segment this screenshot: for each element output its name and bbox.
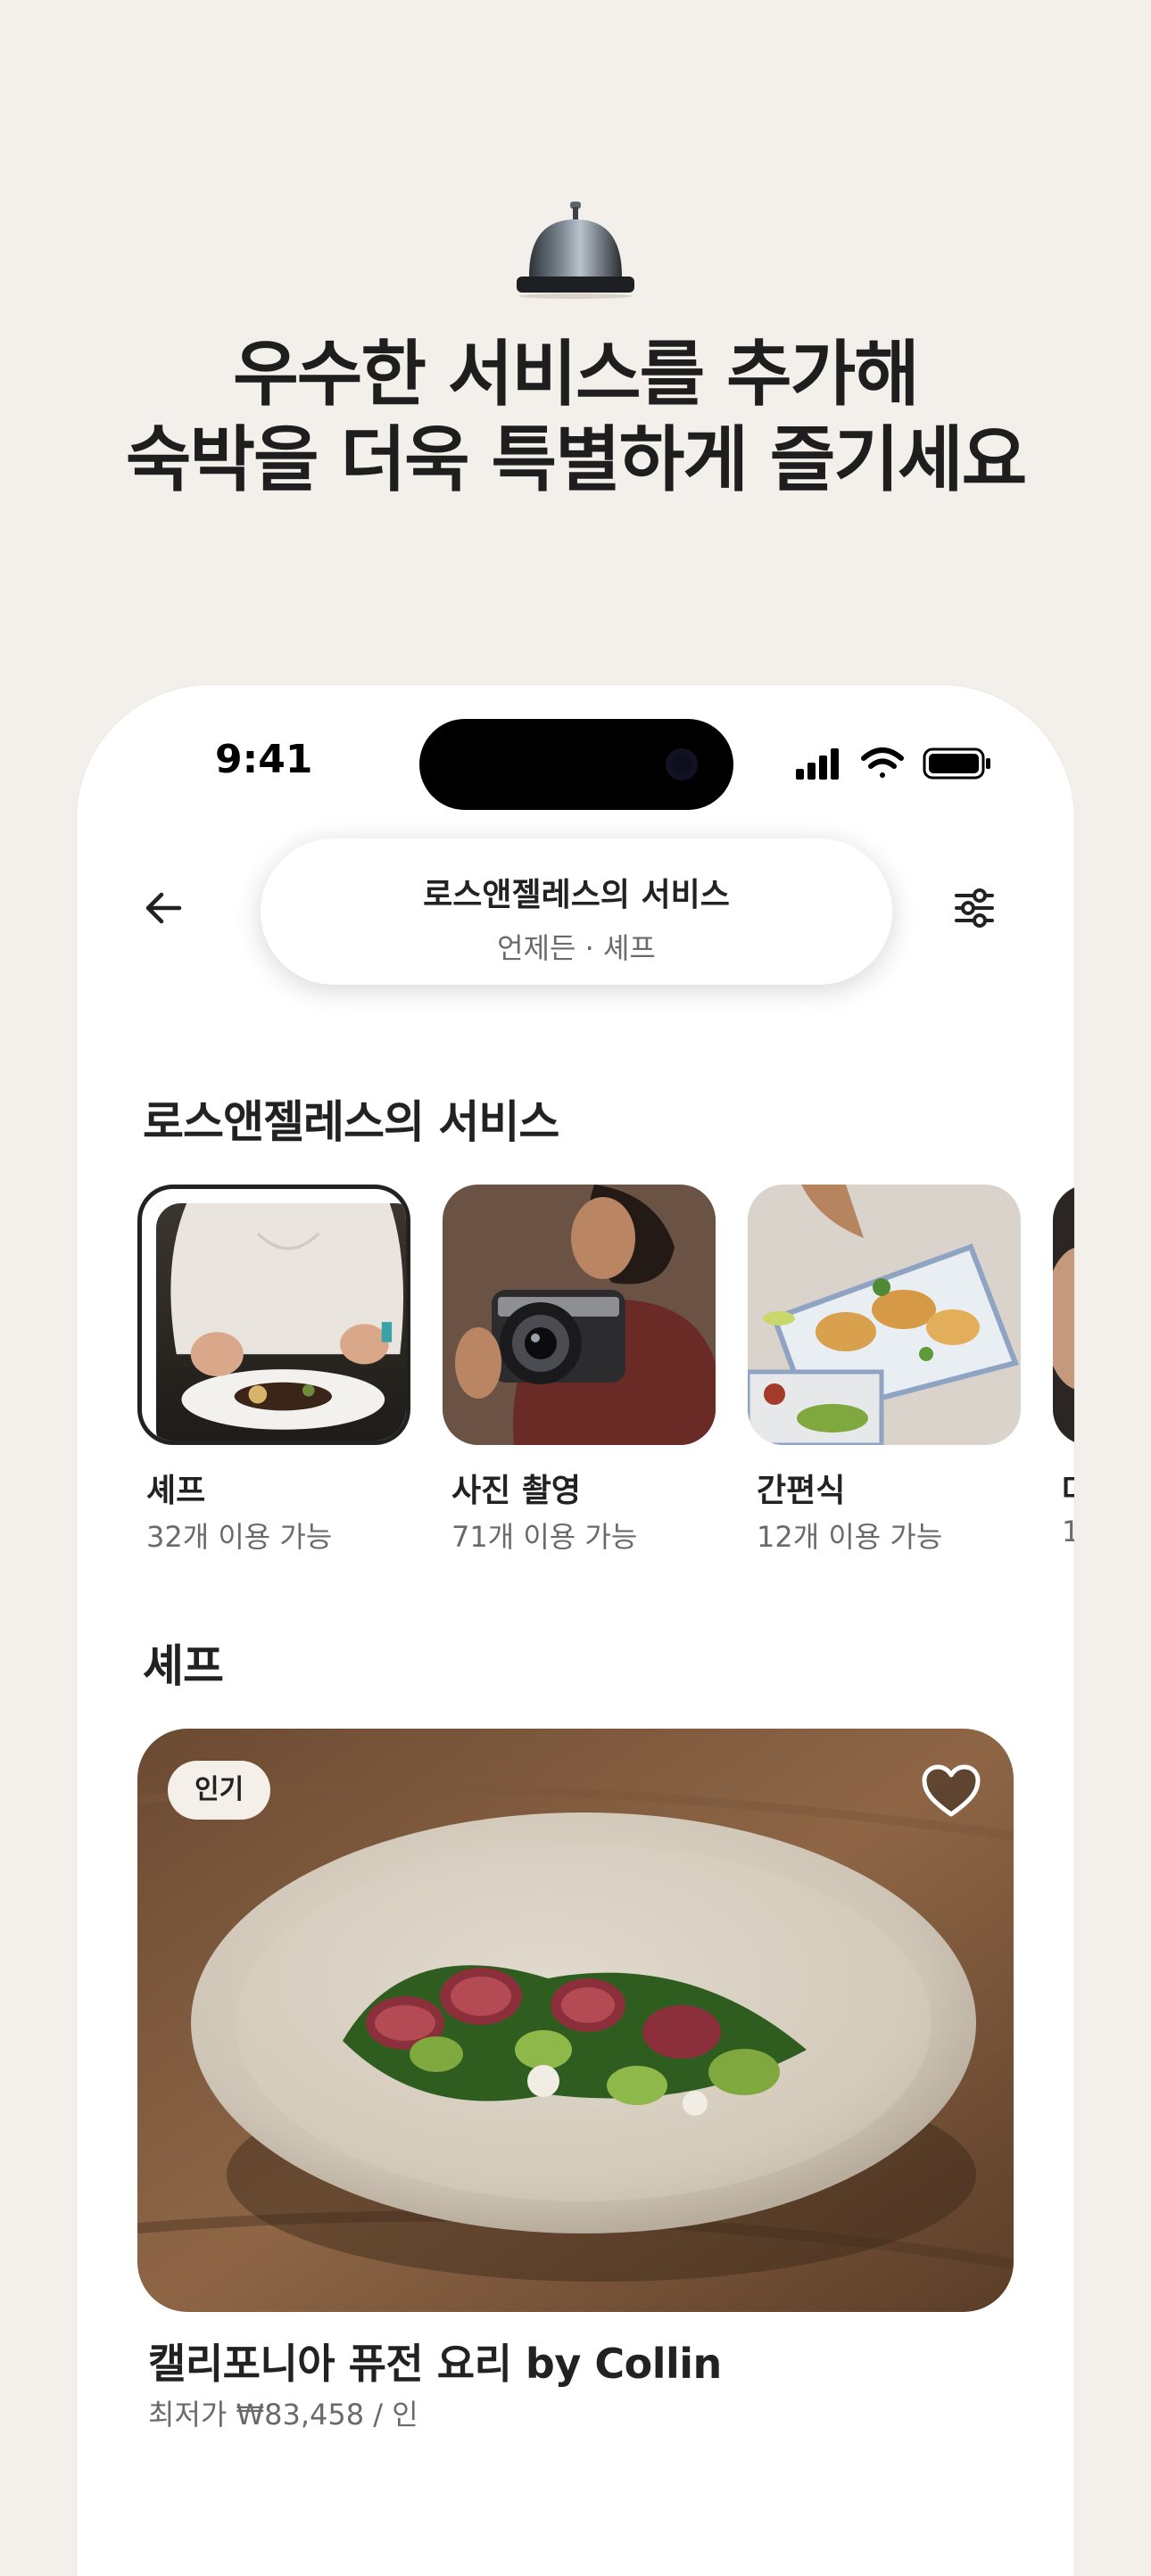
category-thumbnail: [748, 1185, 1021, 1445]
status-icons: [796, 747, 990, 780]
chef-image: [156, 1203, 406, 1441]
arrow-left-icon: [145, 892, 182, 924]
wifi-icon: [861, 747, 904, 778]
status-time: 9:41: [215, 737, 313, 782]
category-carousel: 셰프 32개 이용 가능 사진 촬영 71개 이용 가능 간편식 12개 이용 …: [137, 1185, 1074, 1559]
category-thumbnail: [1053, 1185, 1074, 1445]
cellular-signal-icon: [796, 748, 839, 780]
partial-category-image: [1053, 1185, 1074, 1445]
service-bell-icon: [517, 202, 634, 299]
services-section-title: 로스앤젤레스의 서비스: [143, 1096, 559, 1148]
promo-headline-line-1: 우수한 서비스를 추가해: [233, 333, 920, 416]
filter-button[interactable]: [939, 872, 1010, 944]
category-count: 1: [1062, 1515, 1074, 1548]
back-button[interactable]: [128, 872, 200, 944]
category-label: 셰프: [146, 1473, 206, 1509]
search-subtitle: 언제든 · 셰프: [497, 931, 656, 965]
category-thumbnail: [137, 1185, 410, 1445]
battery-icon: [923, 747, 990, 780]
heart-icon: [922, 1764, 981, 1817]
promo-headline-line-2: 숙박을 더욱 특별하게 즐기세요: [125, 418, 1027, 501]
phone-screen: 9:41 로스앤젤레스의 서비스 언제든 · 셰프 로스앤젤레스의 서비스 셰프…: [77, 685, 1074, 2576]
listing-card[interactable]: 인기: [137, 1729, 1014, 2312]
category-count: 32개 이용 가능: [146, 1520, 333, 1554]
category-count: 12개 이용 가능: [757, 1520, 943, 1554]
promo-headline: 우수한 서비스를 추가해 숙박을 더욱 특별하게 즐기세요: [0, 332, 1151, 503]
chef-section-title: 셰프: [143, 1640, 224, 1692]
photography-image: [443, 1185, 716, 1445]
sliders-icon: [955, 888, 994, 928]
category-thumbnail: [443, 1185, 716, 1445]
search-title: 로스앤젤레스의 서비스: [423, 877, 730, 913]
favorite-button[interactable]: [915, 1755, 987, 1827]
search-summary-pill[interactable]: 로스앤젤레스의 서비스 언제든 · 셰프: [261, 838, 892, 985]
popular-badge: 인기: [168, 1761, 271, 1820]
category-count: 71개 이용 가능: [451, 1520, 638, 1554]
prepared-meals-image: [748, 1185, 1021, 1445]
category-label: 마: [1062, 1465, 1074, 1511]
camera-lens: [666, 748, 698, 780]
listing-title: 캘리포니아 퓨전 요리 by Collin: [148, 2340, 722, 2388]
dynamic-island: [419, 719, 733, 810]
listing-price: 최저가 ₩83,458 / 인: [148, 2398, 418, 2432]
category-label: 사진 촬영: [451, 1473, 582, 1509]
listing-photo: [137, 1729, 1014, 2312]
category-label: 간편식: [757, 1473, 846, 1509]
